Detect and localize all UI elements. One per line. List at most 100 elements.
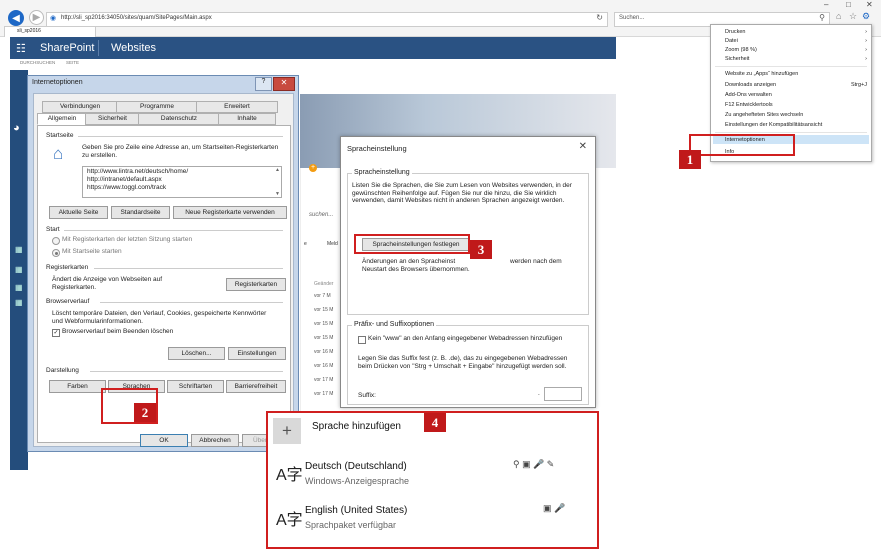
tabs-settings-button[interactable]: Registerkarten [226,278,286,291]
divider [78,136,283,137]
menu-item[interactable]: Sicherheit [725,56,749,62]
chevron-right-icon: › [865,29,867,35]
accessibility-button[interactable]: Barrierefreiheit [226,380,286,393]
scroll-up-icon[interactable]: ▲ [275,167,280,173]
home-icon[interactable]: ⌂ [836,11,841,21]
page-icon: ◉ [50,15,57,22]
tab-title: sli_sp2016 [17,28,41,34]
dialog-title: Internetoptionen [32,79,83,86]
tab-privacy[interactable]: Datenschutz [138,113,220,125]
language-note-prefix: Änderungen an den Spracheinst [362,258,456,265]
language-name-german[interactable]: Deutsch (Deutschland) [305,461,407,472]
suffix-label: Suffix: [358,392,376,399]
nav-icon-4[interactable]: ▦ [15,298,23,307]
gear-icon[interactable]: ⚙ [862,11,870,22]
suitebar-divider [98,40,99,56]
tab-connections[interactable]: Verbindungen [42,101,118,113]
back-button[interactable]: ◀ [8,10,24,26]
annotation-tag-1: 1 [679,150,701,169]
current-page-button[interactable]: Aktuelle Seite [49,206,108,219]
menu-item[interactable]: Drucken [725,29,745,35]
tab-programs[interactable]: Programme [116,101,198,113]
add-language-label[interactable]: Sprache hinzufügen [312,421,401,432]
app-launcher-icon[interactable]: ☷ [16,42,26,55]
home-icon: ⌂ [53,144,64,163]
tab-general[interactable]: Allgemein [37,113,87,125]
homepage-urls-textarea[interactable]: http://www.lintra.net/deutsch/home/ http… [82,166,282,198]
background-row: vor 15 M [314,321,334,327]
minimize-button[interactable]: – [824,0,828,9]
menu-separator [715,132,867,133]
col-header-changed: Geänder [314,281,334,287]
divider [64,230,283,231]
menu-item[interactable]: Zoom (98 %) [725,47,757,53]
homepage-description: Geben Sie pro Zeile eine Adresse an, um … [82,144,279,159]
fonts-button[interactable]: Schriftarten [167,380,224,393]
ribbon-browse-tab[interactable]: DURCHSUCHEN [20,60,55,65]
address-bar[interactable]: ◉ http://sli_sp2016:34050/sites/quam/Sit… [46,12,608,27]
tab-content[interactable]: Inhalte [218,113,276,125]
ribbon-page-tab[interactable]: SEITE [66,60,79,65]
language-group-description: Listen Sie die Sprachen, die Sie zum Les… [352,182,572,204]
nav-icon-3[interactable]: ▦ [15,283,23,292]
homepage-heading: Startseite [46,132,74,139]
delete-history-button[interactable]: Löschen... [168,347,225,360]
add-language-icon[interactable]: + [273,418,301,444]
cancel-button[interactable]: Abbrechen [191,434,239,447]
help-button[interactable]: ? [255,77,272,91]
divider [94,268,283,269]
favorites-star-icon[interactable]: ☆ [849,11,857,22]
menu-item[interactable]: Datei [725,38,738,44]
suffix-input[interactable] [544,387,582,401]
homepage-url-3: https://www.toggl.com/track [87,184,167,191]
menu-item[interactable]: Einstellungen der Kompatibilitätsansicht [725,122,822,128]
col-header-short: e [304,241,307,247]
background-row: vor 17 M [314,391,334,397]
background-row: vor 15 M [314,307,334,313]
search-icon[interactable]: ⚲ [819,13,825,22]
language-feature-icons: ⚲ ▣ 🎤 ✎ [513,459,555,469]
nav-icon-1[interactable]: ▦ [15,245,23,254]
close-window-button[interactable]: ✕ [866,0,873,9]
delete-history-on-exit-checkbox[interactable]: ✓ [52,329,60,337]
language-dialog-close-icon[interactable]: ✕ [579,141,587,152]
no-www-checkbox[interactable] [358,336,366,344]
start-last-session-radio[interactable] [52,237,60,245]
menu-shortcut: Strg+J [850,82,867,88]
close-button[interactable]: ✕ [273,77,295,91]
tabs-description: Ändert die Anzeige von Webseiten auf Reg… [52,276,163,291]
ok-button[interactable]: OK [140,434,188,447]
internet-options-dialog: Internetoptionen ? ✕ Verbindungen Progra… [27,75,299,452]
tab-advanced[interactable]: Erweitert [196,101,278,113]
left-nav-strip: ◕ ▦ ▦ ▦ ▦ [10,70,28,470]
language-feature-icons: ▣ 🎤 [543,503,566,513]
menu-item[interactable]: F12 Entwicklertools [725,102,773,108]
default-page-button[interactable]: Standardseite [111,206,170,219]
page-search-hint: suchen... [309,212,334,218]
sync-icon[interactable]: ◕ [13,122,20,134]
new-tab-page-button[interactable]: Neue Registerkarte verwenden [173,206,287,219]
menu-separator [715,66,867,67]
menu-item[interactable]: Zu angehefteten Sites wechseln [725,112,803,118]
menu-item[interactable]: Downloads anzeigen [725,82,776,88]
start-homepage-radio[interactable] [52,249,60,257]
annotation-tag-4: 4 [424,413,446,432]
forward-button[interactable]: ▶ [29,10,44,25]
maximize-button[interactable]: □ [846,0,851,9]
browser-tab[interactable]: sli_sp2016 [4,26,96,37]
language-sub-english: Sprachpaket verfügbar [305,520,397,530]
colors-button[interactable]: Farben [49,380,106,393]
refresh-icon[interactable]: ↻ [596,13,603,22]
menu-item[interactable]: Website zu „Apps“ hinzufügen [725,71,798,77]
annotation-tag-2: 2 [134,403,156,422]
scroll-down-icon[interactable]: ▼ [275,191,280,197]
menu-item[interactable]: Add-Ons verwalten [725,92,772,98]
language-name-english[interactable]: English (United States) [305,505,407,516]
sharepoint-brand[interactable]: SharePoint [40,42,94,54]
history-settings-button[interactable]: Einstellungen [228,347,286,360]
tab-security[interactable]: Sicherheit [85,113,140,125]
nav-icon-2[interactable]: ▦ [15,265,23,274]
background-row: vor 7 M [314,293,331,299]
background-row: vor 16 M [314,349,334,355]
sites-link[interactable]: Websites [111,42,156,54]
